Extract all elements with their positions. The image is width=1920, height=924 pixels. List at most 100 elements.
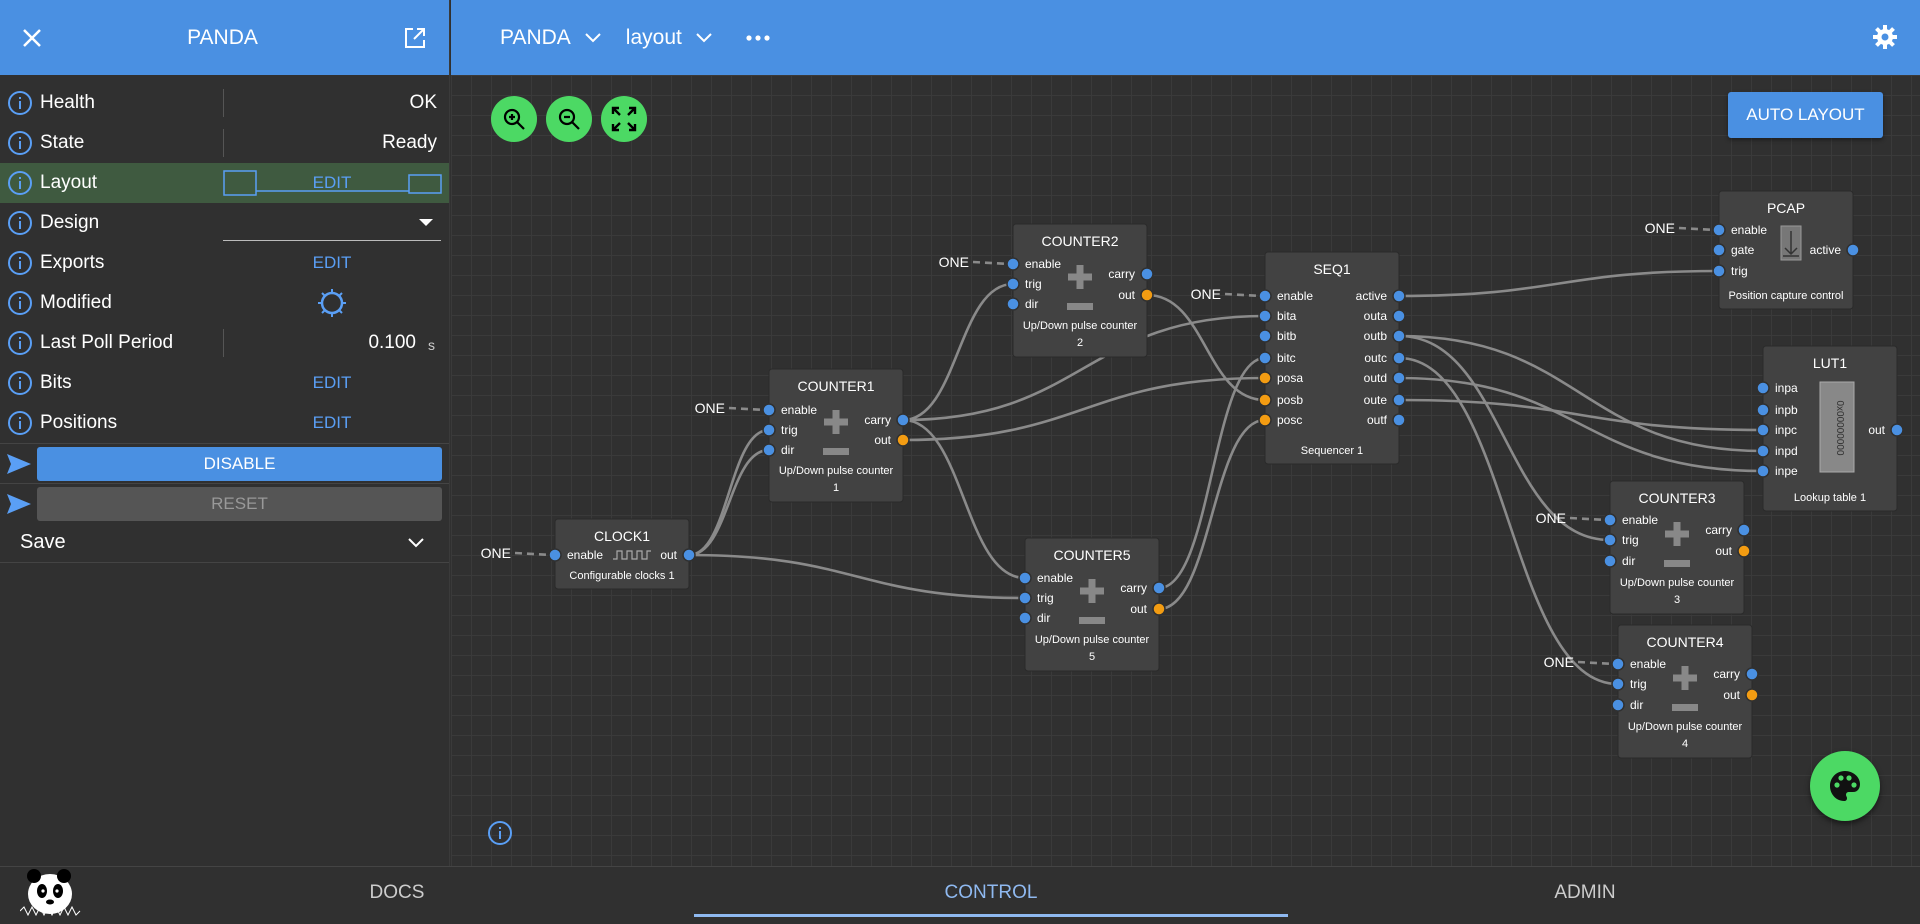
info-icon[interactable] [7,250,33,276]
info-icon[interactable] [7,130,33,156]
block-counter1[interactable]: COUNTER1 enable trig dir carry out Up/Down pul… [762,368,910,503]
port-pcap-gate[interactable] [1712,243,1726,257]
port-lut1-inpd[interactable] [1756,444,1770,458]
port-seq1-oute[interactable] [1392,393,1406,407]
open-external-icon[interactable] [403,26,427,50]
port-counter3-trig[interactable] [1603,533,1617,547]
port-counter4-out[interactable] [1745,688,1759,702]
port-seq1-posa[interactable] [1258,371,1272,385]
port-seq1-enable[interactable] [1258,289,1272,303]
block-counter3[interactable]: COUNTER3 enable trig dir carry out Up/Down pul… [1603,480,1751,615]
port-counter1-out[interactable] [896,433,910,447]
port-counter4-carry[interactable] [1745,667,1759,681]
crumb-layout[interactable]: layout [626,26,712,50]
palette-button[interactable] [1810,751,1880,821]
port-counter4-trig[interactable] [1611,677,1625,691]
tab-admin[interactable]: ADMIN [1530,867,1640,919]
port-counter3-dir[interactable] [1603,554,1617,568]
port-seq1-outf[interactable] [1392,413,1406,427]
port-counter3-enable[interactable] [1603,513,1617,527]
port-counter2-enable[interactable] [1006,257,1020,271]
port-seq1-outc[interactable] [1392,351,1406,365]
port-seq1-bitc[interactable] [1258,351,1272,365]
port-counter3-carry[interactable] [1737,523,1751,537]
info-icon[interactable] [7,370,33,396]
gear-icon[interactable] [1872,24,1898,50]
port-seq1-posc[interactable] [1258,413,1272,427]
layout-edit-link[interactable]: EDIT [313,173,352,193]
crumb-panda[interactable]: PANDA [500,26,601,50]
block-counter2[interactable]: COUNTER2 enable trig dir carry out Up/Down pul… [1006,223,1154,358]
info-icon[interactable] [7,210,33,236]
port-seq1-active[interactable] [1392,289,1406,303]
port-counter5-out[interactable] [1152,602,1166,616]
port-counter1-carry[interactable] [896,413,910,427]
send-icon[interactable] [6,453,32,475]
port-counter2-trig[interactable] [1006,277,1020,291]
port-pcap-enable[interactable] [1712,223,1726,237]
one-label: ONE [1191,286,1221,302]
port-counter1-enable[interactable] [762,403,776,417]
one-label: ONE [1645,220,1675,236]
disable-button[interactable]: DISABLE [37,446,442,481]
dropdown-arrow-icon[interactable] [419,219,433,227]
port-counter5-carry[interactable] [1152,581,1166,595]
port-seq1-bitb[interactable] [1258,329,1272,343]
sun-icon[interactable] [317,288,347,318]
port-counter5-trig[interactable] [1018,591,1032,605]
block-pcap[interactable]: PCAPenable gate trig active Position capture… [1712,190,1860,310]
info-icon[interactable] [7,410,33,436]
port-counter4-dir[interactable] [1611,698,1625,712]
port-counter4-enable[interactable] [1611,657,1625,671]
port-pcap-trig[interactable] [1712,264,1726,278]
port-seq1-posb[interactable] [1258,393,1272,407]
info-icon[interactable] [7,90,33,116]
port-seq1-outd[interactable] [1392,371,1406,385]
chevron-down-icon[interactable] [408,537,424,548]
info-icon[interactable] [7,170,33,196]
tab-docs[interactable]: DOCS [340,867,454,919]
port-clock1-out[interactable] [682,548,696,562]
port-counter1-dir[interactable] [762,443,776,457]
port-seq1-outb[interactable] [1392,329,1406,343]
port-lut1-inpe[interactable] [1756,464,1770,478]
one-link [514,551,552,557]
port-pcap-active[interactable] [1846,243,1860,257]
tab-control[interactable]: CONTROL [694,867,1288,919]
info-icon[interactable] [7,290,33,316]
port-counter2-out[interactable] [1140,288,1154,302]
chevron-down-icon[interactable] [696,32,712,43]
save-section[interactable]: Save [0,523,449,563]
block-counter5[interactable]: COUNTER5 enable trig dir carry out Up/Down pul… [1018,537,1166,672]
port-lut1-inpa[interactable] [1756,381,1770,395]
port-lut1-out[interactable] [1890,423,1904,437]
chevron-down-icon[interactable] [585,32,601,43]
port-counter1-trig[interactable] [762,423,776,437]
block-seq1[interactable]: SEQ1enable bita bitb bitc posa posb posc active… [1258,251,1406,465]
bits-edit-link[interactable]: EDIT [313,373,352,393]
port-lut1-inpb[interactable] [1756,403,1770,417]
port-counter2-dir[interactable] [1006,297,1020,311]
positions-edit-link[interactable]: EDIT [313,413,352,433]
port-counter5-dir[interactable] [1018,611,1032,625]
port-seq1-outa[interactable] [1392,309,1406,323]
layout-canvas[interactable]: AUTO LAYOUT CLOCK1 enable out Configurable … [451,75,1920,866]
port-counter5-enable[interactable] [1018,571,1032,585]
block-lut1[interactable]: LUT1 inpa inpb inpc inpd inpe out Lookup table … [1756,345,1904,512]
port-counter3-out[interactable] [1737,544,1751,558]
block-title: COUNTER4 [1646,634,1723,650]
send-icon[interactable] [6,493,32,515]
info-icon[interactable] [487,820,513,846]
port-counter2-carry[interactable] [1140,267,1154,281]
port-seq1-bita[interactable] [1258,309,1272,323]
block-clock1[interactable]: CLOCK1 enable out Configurable clocks 1 [548,518,696,590]
block-counter4[interactable]: COUNTER4 enable trig dir carry out Up/Down pul… [1611,624,1759,759]
port-clock1-enable[interactable] [548,548,562,562]
reset-button[interactable]: RESET [37,486,442,521]
info-icon[interactable] [7,330,33,356]
port-lut1-inpc[interactable] [1756,423,1770,437]
exports-edit-link[interactable]: EDIT [313,253,352,273]
design-select[interactable] [223,207,441,237]
close-icon[interactable] [22,28,42,48]
more-icon[interactable] [746,34,770,41]
